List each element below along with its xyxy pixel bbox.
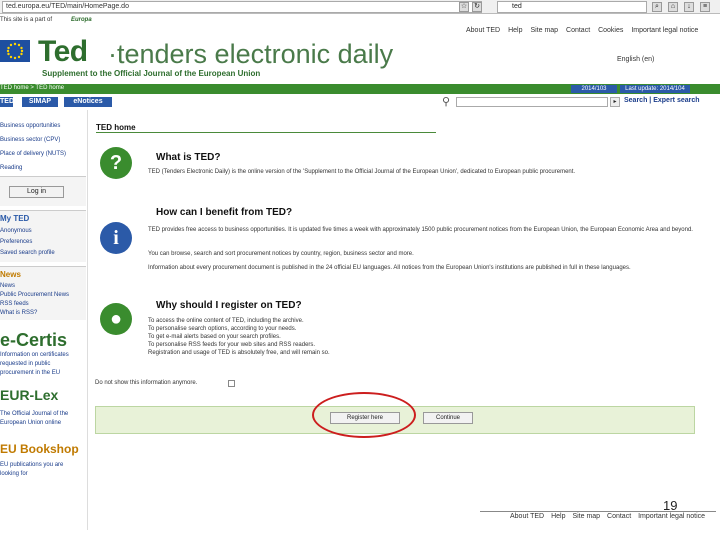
- footer-links: About TED Help Site map Contact Importan…: [510, 513, 710, 520]
- info-icon: i: [100, 222, 132, 254]
- search-icon[interactable]: ⌕: [652, 2, 662, 12]
- section-what-title: What is TED?: [156, 152, 221, 163]
- register-bullet: To personalise search options, according…: [148, 326, 297, 332]
- breadcrumb[interactable]: TED home > TED home: [0, 85, 64, 91]
- star-icon[interactable]: ☆: [459, 2, 469, 12]
- section-benefit-text: TED provides free access to business opp…: [148, 227, 693, 233]
- bookshop-desc[interactable]: looking for: [0, 471, 28, 477]
- home-icon[interactable]: ⌂: [668, 2, 678, 12]
- ted-logo[interactable]: Ted: [38, 35, 88, 69]
- sidebar-link[interactable]: RSS feeds: [0, 301, 29, 307]
- link-contact[interactable]: Contact: [566, 27, 590, 34]
- ted-logo-tagline: ·tenders electronic daily: [108, 39, 394, 69]
- link-sitemap[interactable]: Site map: [530, 27, 558, 34]
- europa-logo[interactable]: Europa: [71, 17, 92, 23]
- search-go-button[interactable]: ▸: [610, 97, 620, 107]
- sidebar-link[interactable]: Saved search profile: [0, 250, 55, 256]
- dont-show-checkbox[interactable]: [228, 380, 235, 387]
- section-what-text: TED (Tenders Electronic Daily) is the on…: [148, 169, 576, 175]
- register-bullet: To access the online content of TED, inc…: [148, 318, 304, 324]
- title-divider: [96, 132, 436, 133]
- ecertis-desc[interactable]: requested in public: [0, 361, 50, 367]
- footer-divider: [480, 511, 716, 512]
- search-icon: ⚲: [442, 96, 451, 108]
- link-help[interactable]: Help: [508, 27, 522, 34]
- download-icon[interactable]: ↓: [684, 2, 694, 12]
- sidebar-link[interactable]: Anonymous: [0, 228, 32, 234]
- continue-button[interactable]: Continue: [423, 412, 473, 424]
- news-heading: News: [0, 270, 21, 279]
- sidebar-link[interactable]: What is RSS?: [0, 310, 37, 316]
- section-register-title: Why should I register on TED?: [156, 300, 302, 311]
- menu-icon[interactable]: ≡: [700, 2, 710, 12]
- login-button[interactable]: Log in: [9, 186, 64, 198]
- eu-flag-icon: [0, 40, 30, 62]
- link-legal[interactable]: Important legal notice: [631, 27, 698, 34]
- section-benefit-text: You can browse, search and sort procurem…: [148, 251, 414, 257]
- top-links: About TED Help Site map Contact Cookies …: [466, 27, 704, 34]
- eurlex-desc[interactable]: European Union online: [0, 420, 61, 426]
- register-bullet: Registration and usage of TED is absolut…: [148, 350, 330, 356]
- tab-ted[interactable]: TED: [0, 97, 14, 107]
- sidebar-link[interactable]: Business opportunities: [0, 123, 60, 129]
- my-ted-heading: My TED: [0, 214, 30, 223]
- ecertis-desc[interactable]: Information on certificates: [0, 352, 69, 358]
- sidebar-link[interactable]: News: [0, 283, 15, 289]
- search-link[interactable]: Search: [624, 97, 647, 104]
- user-icon: ●: [100, 303, 132, 335]
- header-subtitle: Supplement to the Official Journal of th…: [42, 69, 261, 78]
- bookshop-logo[interactable]: EU Bookshop: [0, 442, 79, 456]
- sidebar-link[interactable]: Preferences: [0, 239, 32, 245]
- address-bar[interactable]: ted.europa.eu/TED/main/HomePage.do: [2, 1, 482, 13]
- footer-link-sitemap[interactable]: Site map: [572, 513, 600, 520]
- search-input[interactable]: [456, 97, 608, 107]
- site-of-text: This site is a part of: [0, 17, 53, 23]
- bookshop-desc[interactable]: EU publications you are: [0, 462, 63, 468]
- link-cookies[interactable]: Cookies: [598, 27, 623, 34]
- last-update-badge: Last update: 2014/104: [620, 85, 690, 93]
- browser-search-input[interactable]: ted: [497, 1, 647, 13]
- page-title: TED home: [96, 123, 136, 132]
- footer-link-contact[interactable]: Contact: [607, 513, 631, 520]
- eurlex-desc[interactable]: The Official Journal of the: [0, 411, 68, 417]
- language-select[interactable]: English (en): [617, 56, 703, 68]
- annotation-circle: [312, 392, 416, 438]
- link-about[interactable]: About TED: [466, 27, 500, 34]
- search-links: Search | Expert search: [624, 97, 700, 104]
- register-bullet: To personalise RSS feeds for your web si…: [148, 342, 316, 348]
- ecertis-desc[interactable]: procurement in the EU: [0, 370, 60, 376]
- footer-link-about[interactable]: About TED: [510, 513, 544, 520]
- section-benefit-text: Information about every procurement docu…: [148, 265, 631, 271]
- expert-search-link[interactable]: Expert search: [653, 97, 699, 104]
- sidebar-link[interactable]: Business sector (CPV): [0, 137, 60, 143]
- dont-show-label: Do not show this information anymore.: [95, 380, 198, 386]
- eurlex-logo[interactable]: EUR-Lex: [0, 387, 58, 403]
- edition-badge: 2014/103: [571, 85, 617, 93]
- refresh-icon[interactable]: ↻: [472, 2, 482, 12]
- footer-link-legal[interactable]: Important legal notice: [638, 513, 705, 520]
- sidebar-link[interactable]: Place of delivery (NUTS): [0, 151, 66, 157]
- section-benefit-title: How can I benefit from TED?: [156, 207, 293, 218]
- sidebar-link[interactable]: Reading: [0, 165, 22, 171]
- register-bullet: To get e-mail alerts based on your searc…: [148, 334, 281, 340]
- tab-simap[interactable]: SIMAP: [22, 97, 58, 107]
- tab-enotices[interactable]: eNotices: [64, 97, 112, 107]
- footer-link-help[interactable]: Help: [551, 513, 565, 520]
- question-icon: ?: [100, 147, 132, 179]
- sidebar-link[interactable]: Public Procurement News: [0, 292, 69, 298]
- ecertis-logo[interactable]: e-Certis: [0, 330, 67, 351]
